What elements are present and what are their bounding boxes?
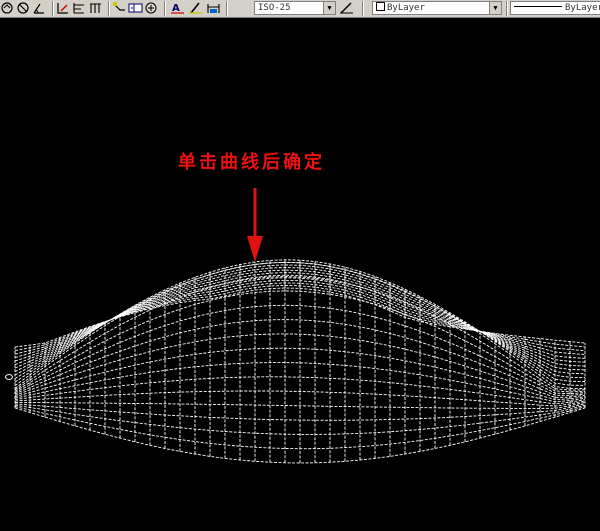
dim-continue-icon[interactable]: [88, 1, 103, 15]
color-select[interactable]: ByLayer ▼: [372, 1, 502, 15]
chevron-down-icon[interactable]: ▼: [323, 2, 335, 14]
toolbar-separator: [362, 1, 364, 16]
linetype-select[interactable]: ByLayer: [510, 1, 600, 15]
toolbar-separator: [164, 1, 166, 16]
color-select-value: ByLayer: [387, 3, 425, 13]
tolerance-icon[interactable]: [128, 1, 143, 15]
svg-text:A: A: [172, 3, 180, 14]
toolbar-separator: [108, 1, 110, 16]
curve-endpoint-marker[interactable]: [5, 374, 13, 380]
dimstyle-manager-icon[interactable]: [339, 1, 354, 15]
wireframe-surface[interactable]: [0, 18, 600, 531]
color-swatch: [376, 2, 385, 11]
toolbar-separator: [52, 1, 54, 16]
dim-linear-icon[interactable]: [56, 1, 71, 15]
chevron-down-icon[interactable]: ▼: [489, 2, 501, 14]
toolbar-separator: [506, 1, 508, 16]
annotation-label: 单击曲线后确定: [178, 152, 325, 173]
angle-icon[interactable]: [32, 1, 47, 15]
toolbar-separator: [226, 1, 228, 16]
linetype-select-value: ByLayer: [565, 3, 600, 13]
drawing-viewport[interactable]: [0, 18, 600, 531]
annotation-arrow-head: [247, 236, 263, 262]
no-entry-icon[interactable]: [16, 1, 31, 15]
dim-edit-icon[interactable]: A: [170, 1, 185, 15]
orbit-icon[interactable]: [0, 1, 15, 15]
dimstyle-select[interactable]: ISO-25 ▼: [254, 1, 336, 15]
dim-text-edit-icon[interactable]: [188, 1, 203, 15]
dimstyle-value: ISO-25: [258, 3, 291, 13]
center-mark-icon[interactable]: [144, 1, 159, 15]
dim-update-icon[interactable]: [206, 1, 221, 15]
dim-baseline-icon[interactable]: [72, 1, 87, 15]
linetype-sample: [514, 6, 562, 7]
leader-icon[interactable]: [112, 1, 127, 15]
cad-toolbar: A ISO-25 ▼ ByLayer ▼ ByLayer: [0, 0, 600, 18]
